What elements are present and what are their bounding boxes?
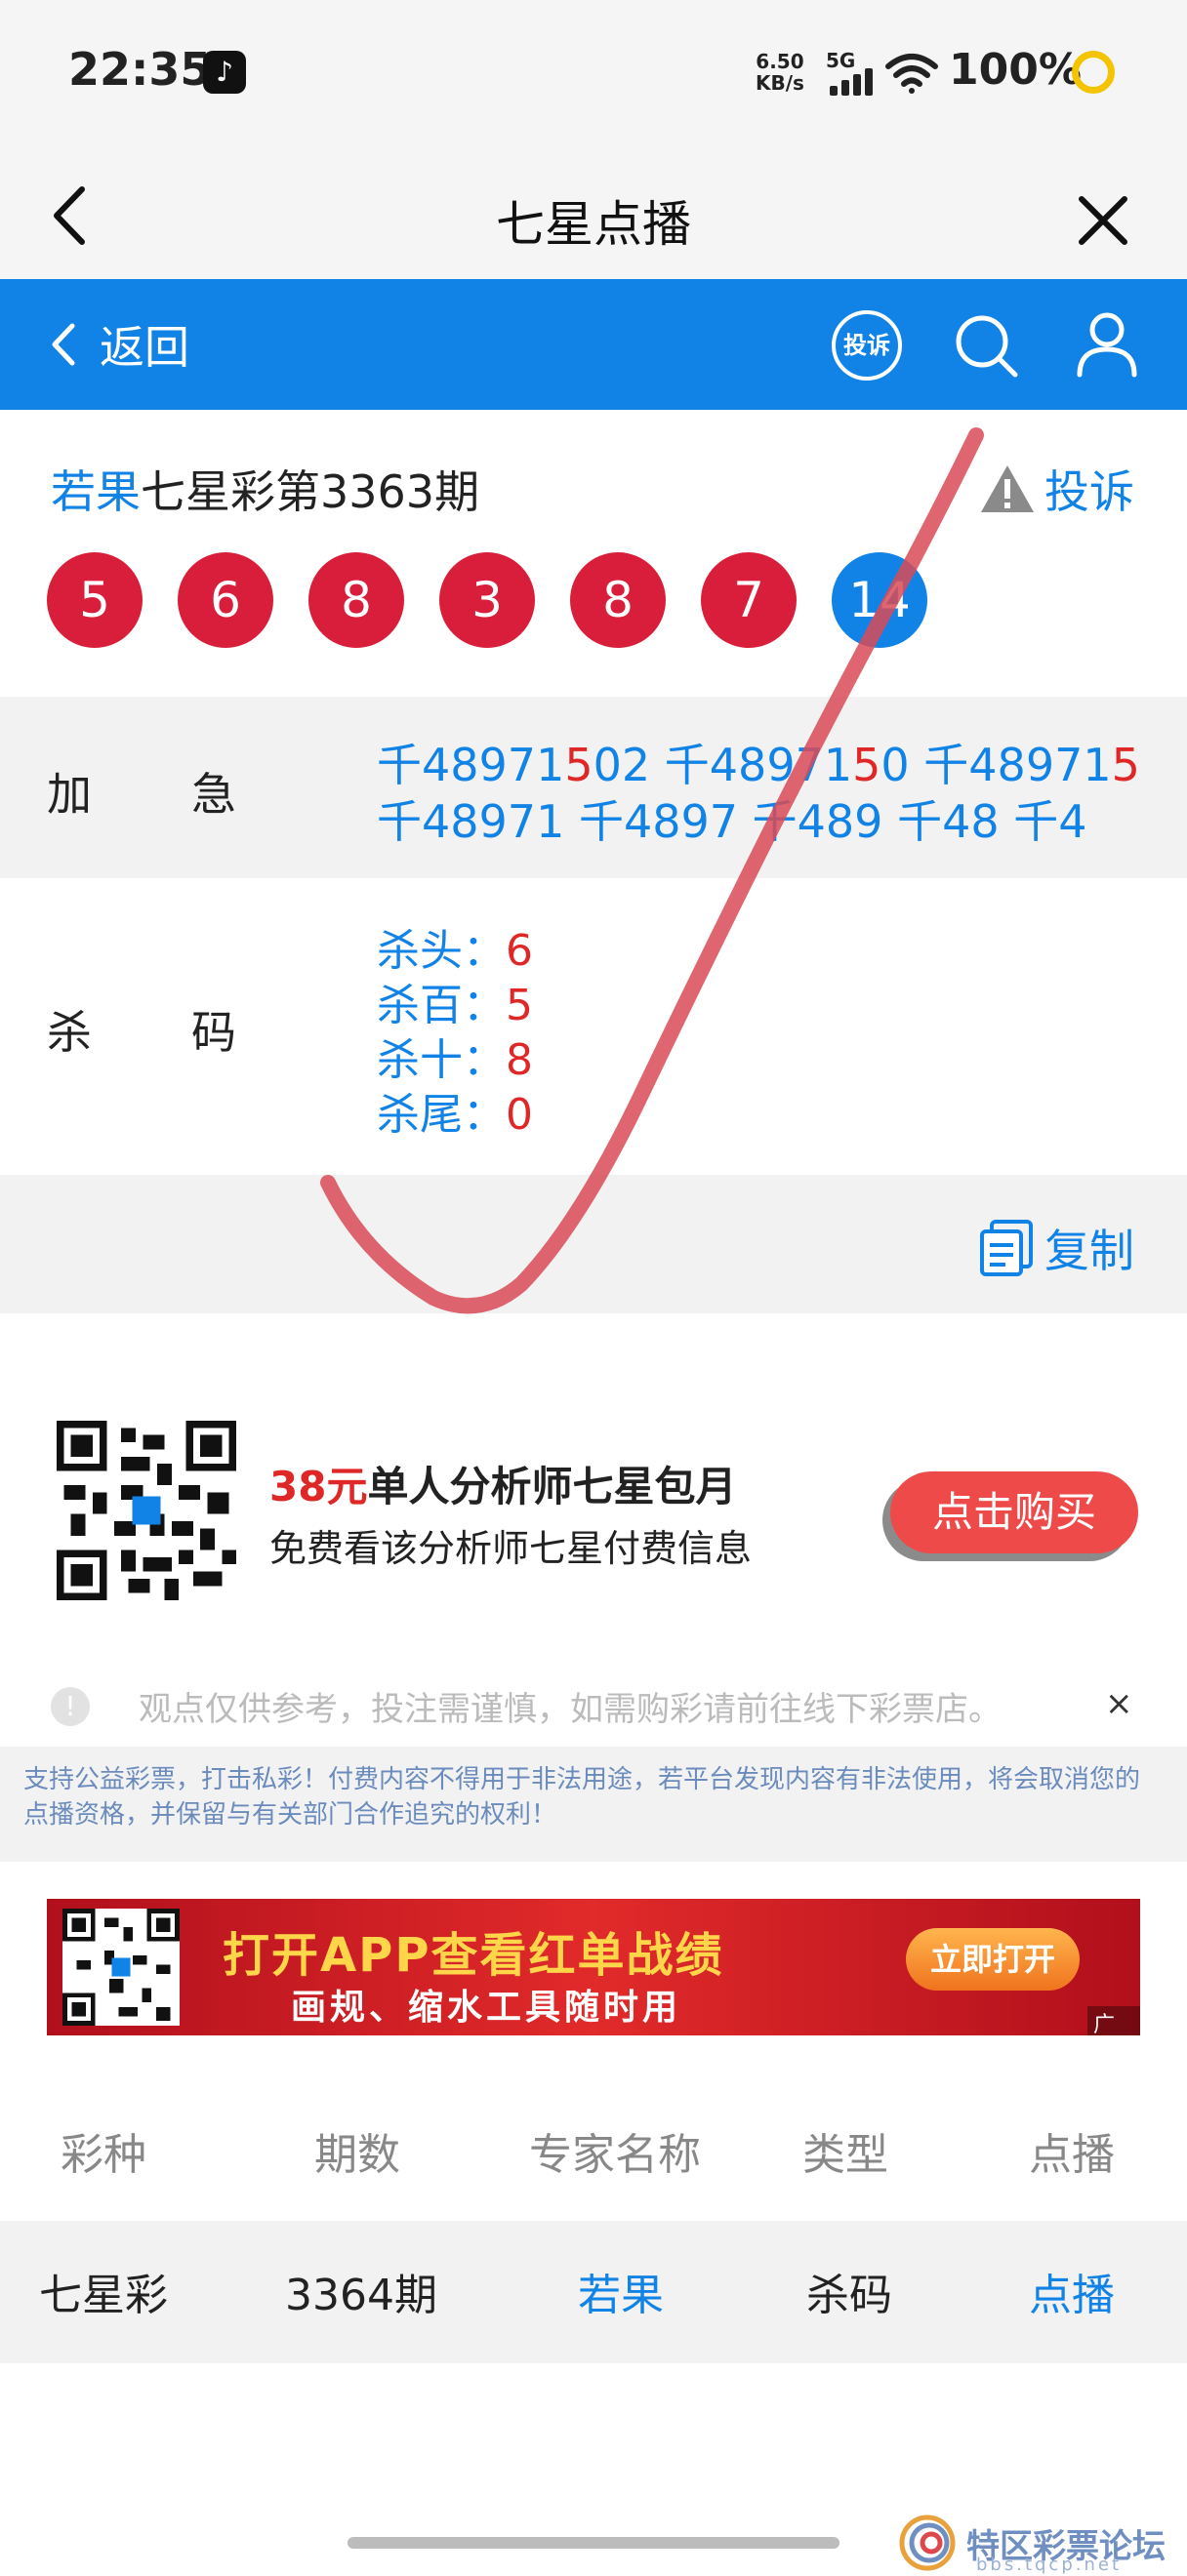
- close-icon[interactable]: [1074, 191, 1132, 250]
- page-title: 七星点播: [496, 196, 691, 253]
- table-cell: 七星彩: [39, 2271, 168, 2320]
- battery-saver-icon: [1072, 51, 1115, 94]
- disclaimer: 支持公益彩票，打击私彩！付费内容不得用于非法用途，若平台发现内容有非法使用，将会…: [0, 1747, 1187, 1862]
- combo-segment: 千48971: [377, 739, 565, 791]
- status-time: 22:35: [68, 43, 212, 96]
- report-label: 投诉: [1044, 465, 1134, 518]
- nav-back-button[interactable]: 返回: [49, 310, 189, 379]
- draw-ball: 5: [47, 552, 143, 648]
- combo-segment: 0 千48971: [880, 739, 1112, 791]
- close-notice-button[interactable]: ×: [1105, 1684, 1133, 1723]
- table-header-cell: 彩种: [61, 2130, 146, 2180]
- table-header-cell: 期数: [314, 2130, 400, 2180]
- nav-back-label: 返回: [100, 321, 189, 374]
- kill-item-label: 杀尾：: [377, 1090, 506, 1140]
- net-speed-value: 6.50: [756, 50, 804, 73]
- kill-item: 杀头：6: [377, 915, 533, 978]
- copy-icon: [980, 1220, 1033, 1276]
- table-header-cell: 点播: [1029, 2130, 1115, 2180]
- warning-icon: [981, 465, 1034, 512]
- table-header-cell: 专家名称: [529, 2130, 701, 2180]
- order-link[interactable]: 点播: [1029, 2260, 1115, 2322]
- search-icon[interactable]: [949, 308, 1023, 382]
- copy-button[interactable]: 复制: [976, 1216, 1134, 1280]
- watermark-url: bbs.tqcp.net: [976, 2555, 1123, 2575]
- user-icon[interactable]: [1070, 306, 1144, 381]
- banner-subtitle: 画规、缩水工具随时用: [291, 1988, 682, 2028]
- combo-segment: 02 千48971: [593, 739, 853, 791]
- net-speed: 6.50 KB/s: [756, 51, 804, 94]
- table-header-cell: 类型: [802, 2130, 888, 2180]
- draw-ball: 8: [570, 552, 666, 648]
- combo-segment: 5: [564, 739, 594, 791]
- issue-text: 七星彩第3363期: [141, 465, 480, 518]
- kill-item-label: 杀十：: [377, 1035, 506, 1085]
- kill-item: 杀十：8: [377, 1025, 533, 1087]
- buy-button[interactable]: 点击购买: [890, 1471, 1138, 1553]
- table-cell: 杀码: [806, 2271, 892, 2320]
- chevron-left-icon: [52, 323, 75, 366]
- tiktok-notification-icon: ♪: [203, 51, 246, 94]
- kill-item-value: 6: [506, 926, 533, 976]
- home-indicator[interactable]: [348, 2537, 839, 2549]
- report-link[interactable]: 投诉: [978, 457, 1134, 521]
- kill-item: 杀尾：0: [377, 1079, 533, 1142]
- draw-ball: 7: [701, 552, 797, 648]
- combo-segment: 5: [852, 739, 881, 791]
- app-banner-ad[interactable]: 打开APP查看红单战绩 画规、缩水工具随时用 立即打开 广告: [47, 1899, 1140, 2035]
- expert-name-link[interactable]: 若果: [51, 465, 141, 518]
- banner-title: 打开APP查看红单战绩: [223, 1928, 724, 1983]
- promo-price: 38元: [269, 1463, 368, 1510]
- risk-notice-text: 观点仅供参考，投注需谨慎，如需购彩请前往线下彩票店。: [139, 1690, 1002, 1729]
- combo-line-2: 千48971 千4897 千489 千48 千4: [377, 795, 1087, 848]
- qr-code: [57, 1421, 236, 1600]
- promo-title-text: 单人分析师七星包月: [367, 1463, 737, 1510]
- net-speed-unit: KB/s: [756, 71, 804, 95]
- wifi-icon: [885, 54, 938, 94]
- complain-button[interactable]: 投诉: [832, 310, 902, 381]
- combo-segment: 5: [1111, 739, 1140, 791]
- kill-item-label: 杀头：: [377, 926, 506, 976]
- ad-tag: 广告: [1087, 2006, 1140, 2035]
- combo-label-b: 急: [191, 768, 236, 821]
- table-cell: 3364期: [285, 2271, 437, 2320]
- draw-ball: 8: [308, 552, 404, 648]
- watermark-logo-icon: [899, 2515, 956, 2571]
- promo-title: 38元单人分析师七星包月: [269, 1454, 736, 1513]
- kill-label-a: 杀: [47, 1006, 92, 1059]
- signal-icon: [830, 68, 875, 96]
- draw-ball: 6: [178, 552, 273, 648]
- kill-label-b: 码: [191, 1006, 236, 1059]
- kill-item-value: 8: [506, 1035, 533, 1085]
- kill-item-value: 0: [506, 1090, 533, 1140]
- open-app-button[interactable]: 立即打开: [906, 1928, 1080, 1991]
- combo-line-1: 千48971502 千4897150 千489715: [377, 730, 1140, 794]
- combo-label-a: 加: [47, 768, 92, 821]
- kill-item-label: 杀百：: [377, 981, 506, 1030]
- info-icon: !: [51, 1686, 90, 1726]
- copy-label: 复制: [1044, 1225, 1134, 1277]
- battery-level: 100%: [949, 45, 1082, 95]
- draw-header: 若果七星彩第3363期: [51, 457, 479, 521]
- draw-ball: 3: [439, 552, 535, 648]
- kill-item: 杀百：5: [377, 970, 533, 1032]
- promo-subtitle: 免费看该分析师七星付费信息: [269, 1527, 753, 1570]
- banner-qr-code: [62, 1909, 180, 2026]
- risk-notice: ! 观点仅供参考，投注需谨慎，如需购彩请前往线下彩票店。: [51, 1682, 1164, 1730]
- draw-ball-special: 14: [832, 552, 927, 648]
- kill-item-value: 5: [506, 981, 533, 1030]
- expert-link[interactable]: 若果: [578, 2260, 664, 2322]
